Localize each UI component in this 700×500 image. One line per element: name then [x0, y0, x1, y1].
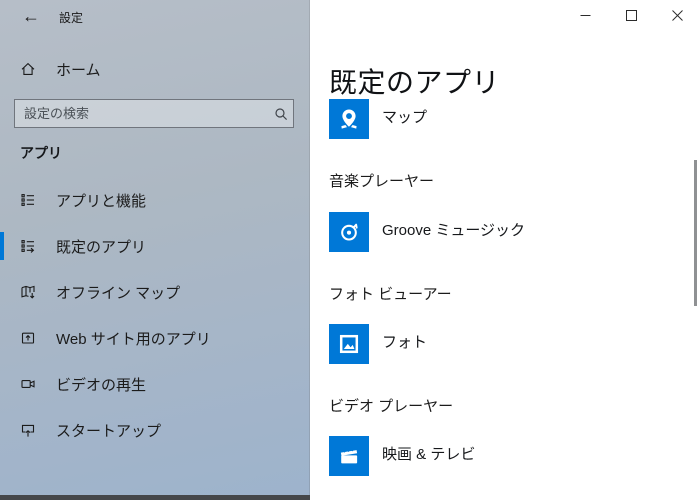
default-apps-icon	[21, 240, 35, 253]
close-icon	[671, 9, 683, 21]
default-app-photos[interactable]: フォト	[329, 324, 427, 364]
maximize-button[interactable]	[608, 0, 654, 30]
sidebar-item-label: 既定のアプリ	[56, 238, 147, 256]
photos-app-icon	[329, 324, 369, 364]
sidebar-item-label: ビデオの再生	[56, 376, 147, 394]
window-title: 設定	[59, 11, 84, 25]
sidebar-item-default-apps[interactable]: 既定のアプリ	[0, 228, 310, 264]
sidebar-item-label: スタートアップ	[56, 422, 162, 440]
sidebar-item-video-playback[interactable]: ビデオの再生	[0, 366, 310, 402]
default-apps-page: 既定のアプリ マップ 音楽プレーヤー Groove ミュージック フォト ビュー…	[310, 0, 700, 500]
category-photo-viewer: フォト ビューアー	[329, 286, 452, 303]
groove-music-app-icon	[329, 212, 369, 252]
settings-sidebar: ← 設定 ホーム アプリ アプリと機能	[0, 0, 310, 500]
sidebar-item-apps-features[interactable]: アプリと機能	[0, 182, 310, 218]
sidebar-item-home[interactable]: ホーム	[0, 54, 310, 84]
default-app-name: 映画 & テレビ	[382, 446, 476, 463]
window-controls	[562, 0, 700, 30]
sidebar-item-label: オフライン マップ	[56, 284, 181, 302]
offline-maps-icon	[21, 285, 35, 299]
default-app-music[interactable]: Groove ミュージック	[329, 212, 525, 252]
default-app-name: マップ	[382, 109, 428, 126]
vertical-scrollbar-thumb[interactable]	[694, 160, 697, 306]
default-app-name: フォト	[382, 334, 428, 351]
minimize-icon	[580, 14, 590, 16]
settings-search-box[interactable]	[14, 99, 294, 128]
search-icon[interactable]	[269, 100, 293, 127]
apps-features-icon	[21, 194, 34, 206]
startup-icon	[21, 424, 35, 437]
category-music-player: 音楽プレーヤー	[329, 173, 435, 190]
sidebar-item-offline-maps[interactable]: オフライン マップ	[0, 274, 310, 310]
apps-for-websites-icon	[21, 332, 35, 344]
back-button[interactable]: ←	[14, 2, 48, 30]
sidebar-item-label: Web サイト用のアプリ	[56, 330, 211, 348]
page-title: 既定のアプリ	[329, 66, 501, 98]
sidebar-item-label: ホーム	[56, 61, 101, 79]
close-button[interactable]	[654, 0, 700, 30]
search-input[interactable]	[15, 100, 269, 127]
sidebar-item-startup[interactable]: スタートアップ	[0, 412, 310, 448]
category-video-player: ビデオ プレーヤー	[329, 398, 454, 415]
maximize-icon	[625, 9, 637, 21]
default-app-name: Groove ミュージック	[382, 222, 526, 239]
sidebar-item-web-apps[interactable]: Web サイト用のアプリ	[0, 320, 310, 356]
maps-app-icon	[329, 99, 369, 139]
minimize-button[interactable]	[562, 0, 608, 30]
back-arrow-icon: ←	[22, 5, 40, 26]
sidebar-item-label: アプリと機能	[56, 192, 147, 210]
sidebar-nav-list: アプリと機能 既定のアプリ オフライン マップ Web サイト用のアプリ ビデオ…	[0, 182, 310, 458]
sidebar-section-header-apps: アプリ	[20, 145, 62, 161]
default-app-maps[interactable]: マップ	[329, 99, 427, 139]
default-app-movies-tv[interactable]: 映画 & テレビ	[329, 436, 475, 476]
movies-tv-app-icon	[329, 436, 369, 476]
video-playback-icon	[21, 380, 35, 388]
home-icon	[21, 62, 35, 75]
sidebar-bottom-strip	[0, 495, 310, 500]
